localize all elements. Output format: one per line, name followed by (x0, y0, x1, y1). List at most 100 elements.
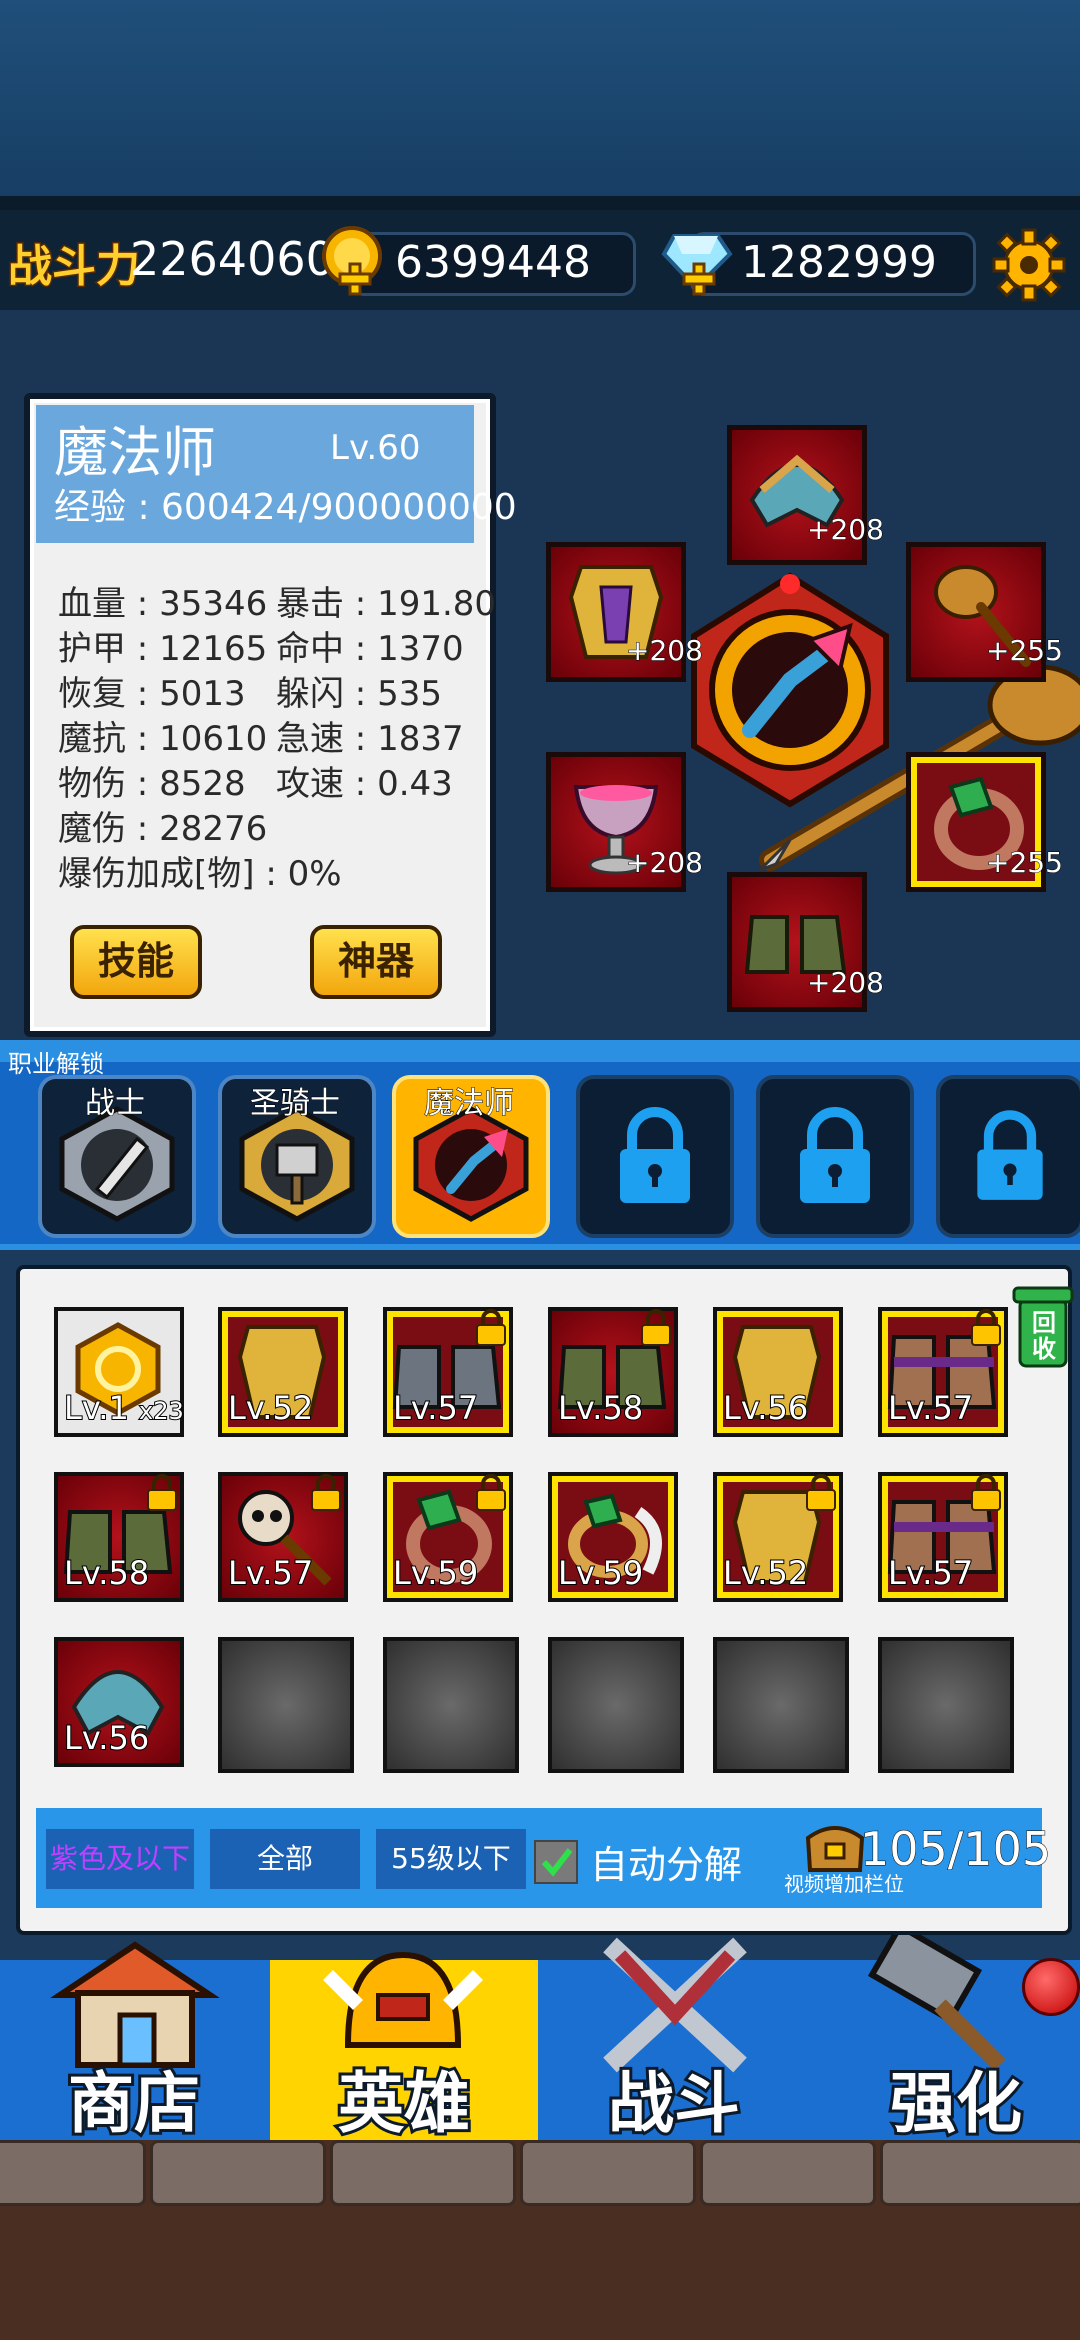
armor-plus: +208 (626, 634, 704, 668)
power-value: 2264060 (130, 232, 335, 286)
item-lock-icon (971, 1309, 1001, 1346)
class-unlock-label: 职业解锁 (8, 1050, 104, 1078)
item-lock-icon (311, 1474, 341, 1511)
gem-value: 1282999 (741, 237, 937, 288)
empty-inventory-slot[interactable] (878, 1637, 1014, 1773)
stat-critdmg: 爆伤加成[物] : 0% (58, 854, 342, 894)
recycle-label: 回收 (1032, 1309, 1056, 1363)
inventory-item[interactable]: Lv.57 (218, 1472, 348, 1602)
empty-inventory-slot[interactable] (218, 1637, 354, 1773)
ring-plus: +255 (986, 846, 1064, 880)
settings-gear-icon[interactable] (992, 228, 1066, 302)
class-paladin-label: 圣骑士 (250, 1086, 341, 1122)
item-level: Lv.58 (63, 1553, 150, 1593)
item-lock-icon (641, 1309, 671, 1346)
item-level: Lv.59 (557, 1553, 644, 1593)
gem-plus-icon[interactable] (660, 222, 736, 298)
stone-brick (520, 2140, 696, 2206)
artifact-button[interactable]: 神器 (310, 925, 442, 999)
stat-haste: 急速 : 1837 (276, 719, 464, 759)
nav-battle-label[interactable]: 战斗 (544, 2050, 804, 2146)
mage-emblem-icon (691, 572, 889, 808)
class-warrior-label: 战士 (85, 1086, 146, 1122)
filter-below-55[interactable]: 55级以下 (376, 1829, 526, 1889)
notification-dot (1022, 1958, 1080, 2016)
boots-plus: +208 (807, 966, 885, 1000)
inventory-item[interactable]: Lv.59 (548, 1472, 678, 1602)
stat-dodge: 躲闪 : 535 (276, 674, 442, 714)
item-level: Lv.56 (722, 1388, 809, 1428)
nav-enhance-label[interactable]: 强化 (826, 2050, 1080, 2146)
item-lock-icon (806, 1474, 836, 1511)
inventory-item[interactable]: Lv.57 (878, 1307, 1008, 1437)
filter-all[interactable]: 全部 (210, 1829, 360, 1889)
stat-mres: 魔抗 : 10610 (58, 719, 268, 759)
hero-name: 魔法师 (54, 421, 216, 484)
power-label: 战斗力 (7, 240, 142, 294)
stat-mdmg: 魔伤 : 28276 (58, 809, 268, 849)
inventory-item[interactable]: Lv.58 (54, 1472, 184, 1602)
helmet-plus: +208 (807, 513, 885, 547)
empty-inventory-slot[interactable] (383, 1637, 519, 1773)
inventory-item[interactable]: Lv.52 (218, 1307, 348, 1437)
nav-shop-label[interactable]: 商店 (4, 2050, 264, 2146)
item-level: Lv.59 (392, 1553, 479, 1593)
class-locked-1[interactable] (576, 1075, 734, 1238)
inventory-item[interactable]: Lv.52 (713, 1472, 843, 1602)
inventory-item[interactable]: Lv.1 x23 (54, 1307, 185, 1437)
item-level: Lv.57 (887, 1388, 974, 1428)
sky-edge (0, 196, 1080, 210)
sky-background (0, 0, 1080, 210)
class-locked-2[interactable] (756, 1075, 914, 1238)
hero-exp: 经验 : 600424/900000000 (54, 487, 517, 528)
item-lock-icon (476, 1309, 506, 1346)
stone-brick (700, 2140, 876, 2206)
inventory-item[interactable]: Lv.58 (548, 1307, 678, 1437)
stat-hit: 命中 : 1370 (276, 629, 464, 669)
capacity-hint: 视频增加栏位 (784, 1872, 904, 1896)
class-locked-3[interactable] (936, 1075, 1080, 1238)
stone-brick (880, 2140, 1080, 2206)
class-mage-label: 魔法师 (424, 1086, 515, 1122)
inventory-item[interactable]: Lv.57 (878, 1472, 1008, 1602)
stat-armor: 护甲 : 12165 (58, 629, 268, 669)
item-level: Lv.52 (227, 1388, 314, 1428)
item-lock-icon (971, 1474, 1001, 1511)
filter-purple-below[interactable]: 紫色及以下 (46, 1829, 194, 1889)
stone-brick (150, 2140, 326, 2206)
inventory-item[interactable]: Lv.56 (54, 1637, 184, 1767)
auto-decompose-checkbox[interactable] (534, 1840, 578, 1884)
inventory-item[interactable]: Lv.57 (383, 1307, 513, 1437)
weapon-plus: +255 (986, 634, 1064, 668)
checkmark-icon (541, 1848, 573, 1877)
necklace-plus: +208 (626, 846, 704, 880)
empty-inventory-slot[interactable] (713, 1637, 849, 1773)
stone-brick (330, 2140, 516, 2206)
lock-icon (800, 1107, 870, 1203)
gold-plus-icon[interactable] (316, 222, 392, 298)
gold-value: 6399448 (395, 237, 591, 288)
skill-button[interactable]: 技能 (70, 925, 202, 999)
stat-pdmg: 物伤 : 8528 (58, 764, 246, 804)
item-level: Lv.52 (722, 1553, 809, 1593)
item-level: Lv.57 (227, 1553, 314, 1593)
stone-brick (0, 2140, 146, 2206)
inventory-item[interactable]: Lv.56 (713, 1307, 843, 1437)
stat-crit: 暴击 : 191.80 (276, 584, 497, 624)
item-lock-icon (476, 1474, 506, 1511)
lock-icon (977, 1110, 1043, 1200)
nav-hero-label[interactable]: 英雄 (274, 2050, 534, 2146)
empty-inventory-slot[interactable] (548, 1637, 684, 1773)
item-level: Lv.58 (557, 1388, 644, 1428)
inventory-item[interactable]: Lv.59 (383, 1472, 513, 1602)
gold-pill[interactable]: 6399448 (350, 232, 636, 296)
item-level: Lv.56 (63, 1718, 150, 1758)
auto-decompose-label: 自动分解 (590, 1843, 743, 1887)
item-lock-icon (147, 1474, 177, 1511)
stat-hp: 血量 : 35346 (58, 584, 268, 624)
stat-regen: 恢复 : 5013 (58, 674, 246, 714)
stat-aspd: 攻速 : 0.43 (276, 764, 453, 804)
item-level: Lv.57 (887, 1553, 974, 1593)
item-level: Lv.1 x23 (63, 1388, 185, 1428)
item-level: Lv.57 (392, 1388, 479, 1428)
